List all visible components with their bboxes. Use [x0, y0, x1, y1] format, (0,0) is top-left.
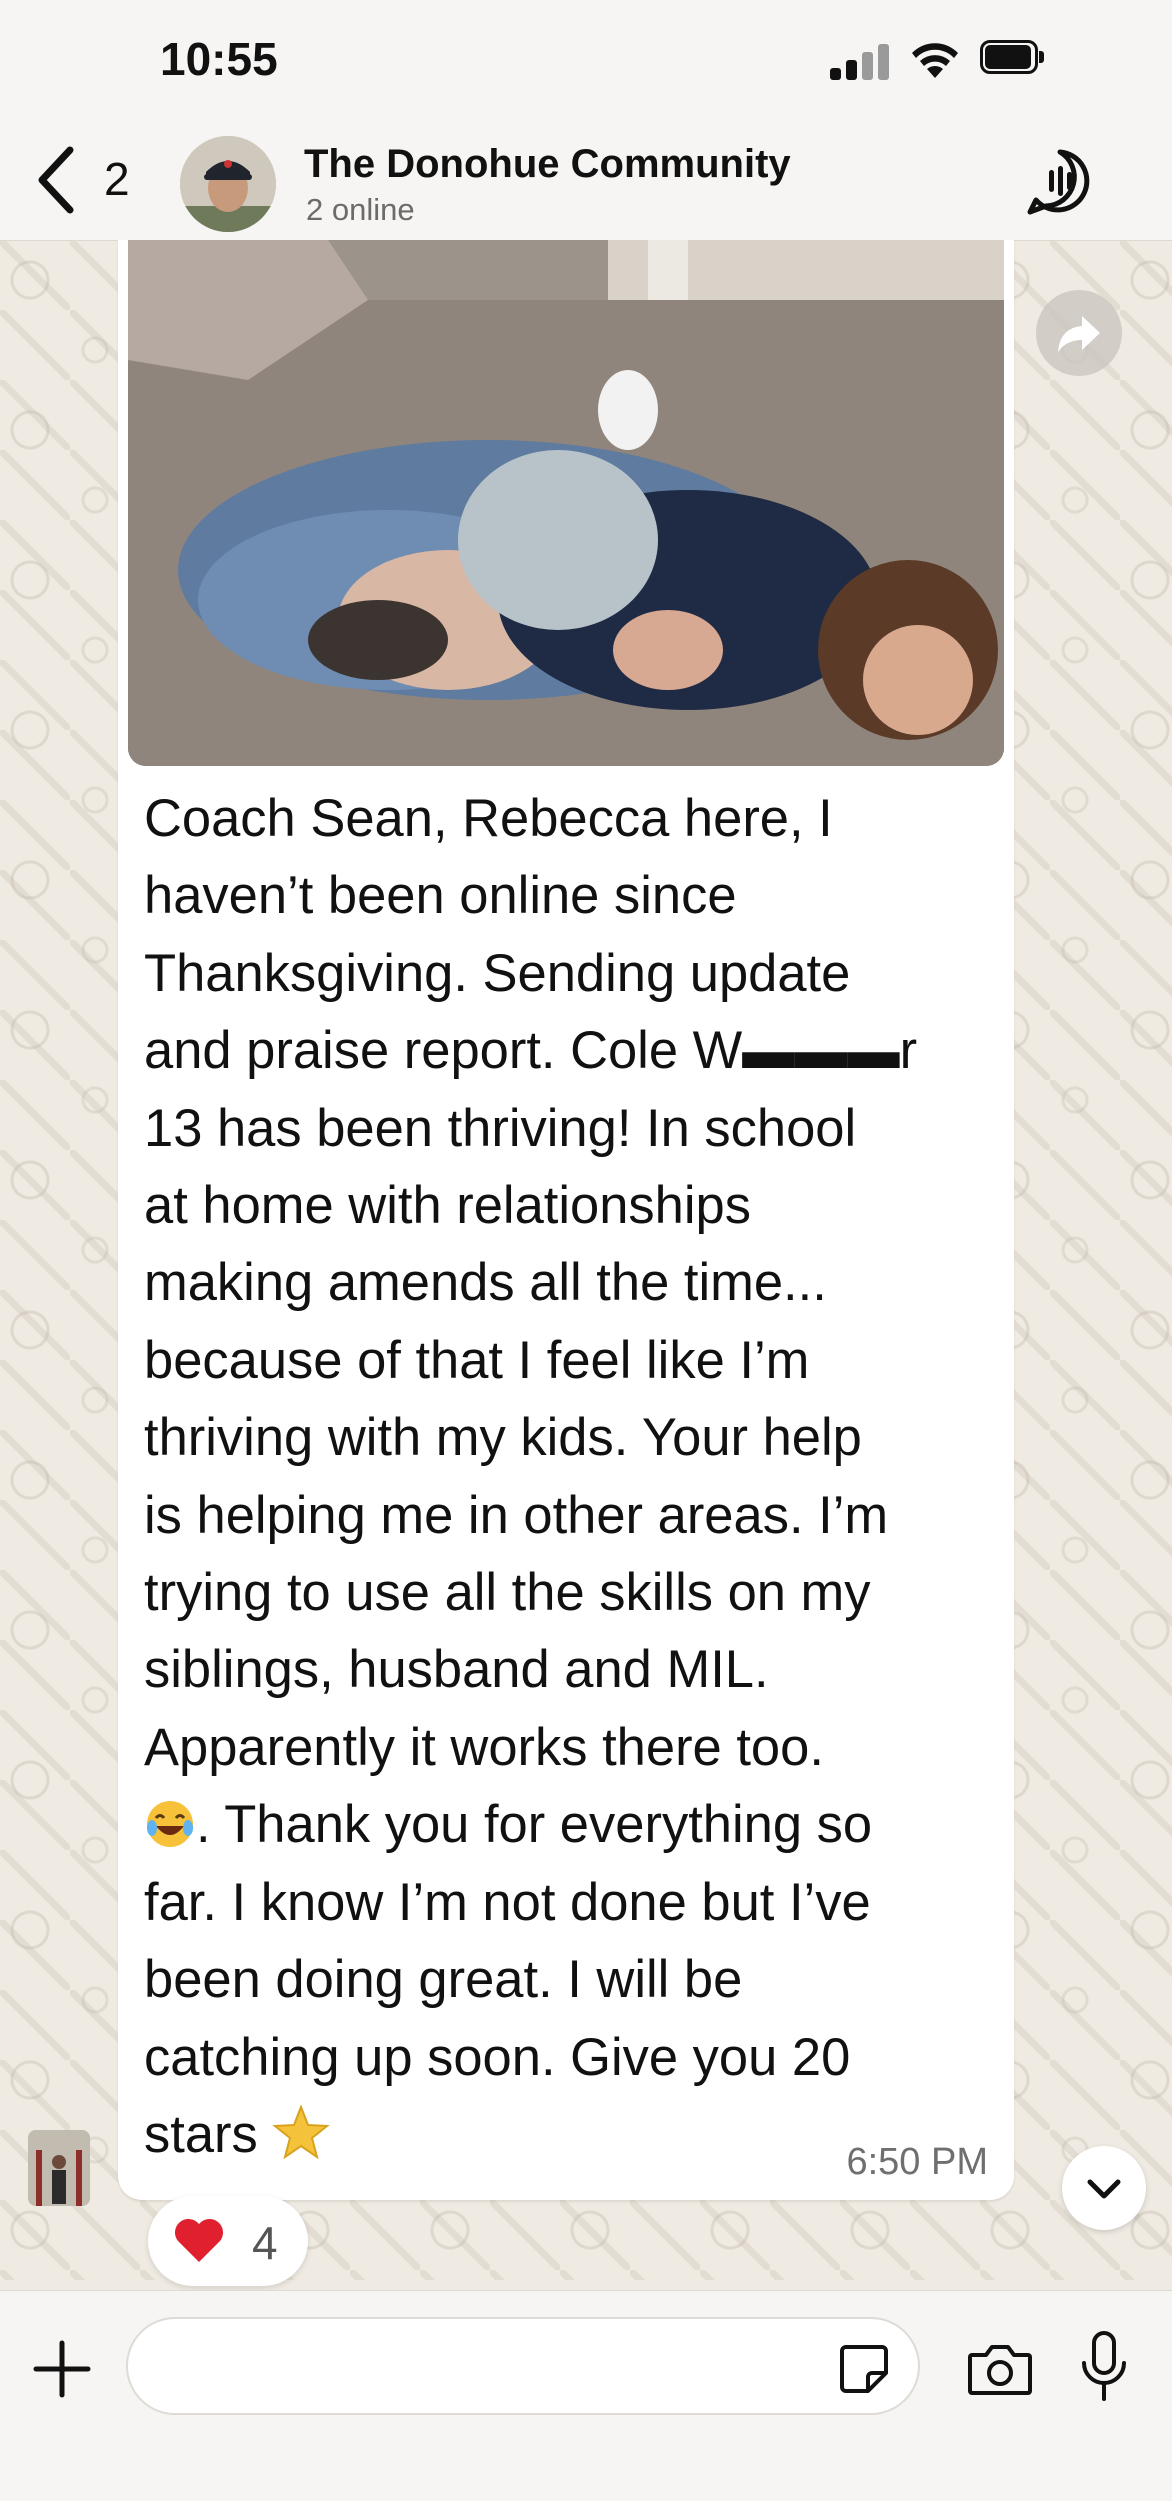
- chevron-down-icon: [1087, 2179, 1121, 2199]
- reaction-count: 4: [252, 2217, 278, 2269]
- message-bubble[interactable]: Coach Sean, Rebecca here, I haven’t been…: [118, 240, 1014, 2200]
- message-text-part-1: Coach Sean, Rebecca here, I haven’t been…: [144, 789, 918, 1777]
- message-photo[interactable]: [128, 240, 1004, 766]
- forward-icon: [1058, 316, 1100, 352]
- status-time: 10:55: [160, 33, 278, 85]
- message-text: Coach Sean, Rebecca here, I haven’t been…: [144, 780, 1004, 2173]
- group-avatar[interactable]: [180, 136, 276, 232]
- community-icon[interactable]: [1024, 146, 1096, 218]
- sticker-icon[interactable]: [836, 2341, 892, 2397]
- message-timestamp: 6:50 PM: [846, 2141, 988, 2183]
- wifi-icon: [912, 43, 958, 78]
- message-composer: [0, 2290, 1172, 2501]
- laughing-tears-emoji-icon: [147, 1801, 193, 1848]
- camera-icon[interactable]: [966, 2339, 1034, 2399]
- star-emoji-icon: [272, 2104, 331, 2160]
- scroll-to-bottom-button[interactable]: [1062, 2146, 1146, 2230]
- reaction-pill[interactable]: 4: [148, 2196, 308, 2286]
- battery-icon: [980, 40, 1046, 76]
- sender-avatar[interactable]: [28, 2130, 90, 2206]
- chat-title[interactable]: The Donohue Community: [304, 142, 791, 187]
- microphone-icon[interactable]: [1078, 2329, 1130, 2405]
- forward-button[interactable]: [1036, 290, 1122, 376]
- back-unread-count[interactable]: 2: [104, 152, 130, 206]
- message-input[interactable]: [126, 2317, 920, 2415]
- chevron-left-icon[interactable]: [30, 140, 80, 220]
- chat-header: 10:55 2 The Donohue Community 2 online: [0, 0, 1172, 241]
- plus-icon[interactable]: [30, 2337, 94, 2401]
- heart-icon: [174, 2218, 224, 2262]
- cellular-signal-icon: [830, 44, 896, 80]
- message-text-part-2: . Thank you for everything so far. I kno…: [144, 1795, 873, 2164]
- online-status: 2 online: [306, 192, 415, 227]
